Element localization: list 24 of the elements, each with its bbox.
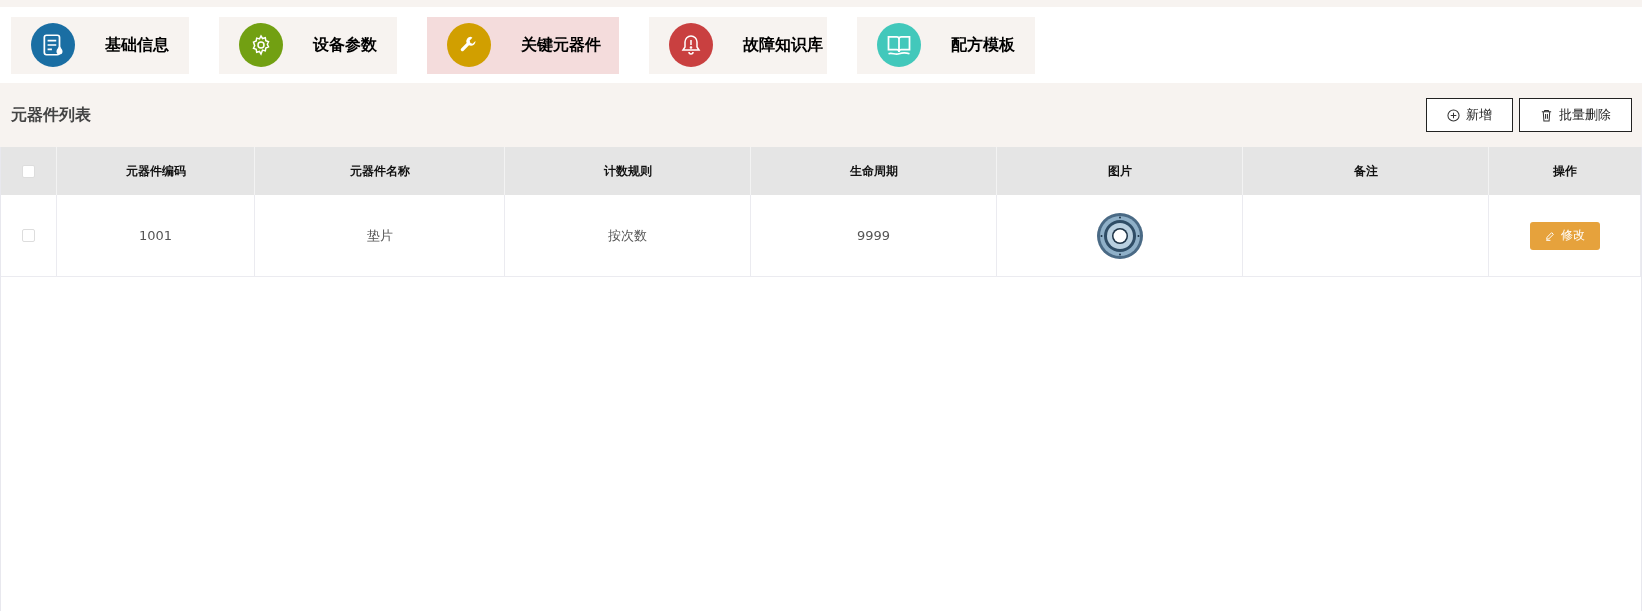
delete-button[interactable]: 批量删除 [1519,98,1632,132]
plus-circle-icon [1447,108,1460,122]
select-all-checkbox[interactable] [22,164,35,178]
list-title: 元器件列表 [11,104,91,126]
add-button[interactable]: 新增 [1426,98,1513,132]
table-cell: 垫片 [366,226,393,245]
trash-icon [1540,108,1553,122]
module-tab[interactable]: 关键元器件 [427,16,619,74]
column-header: 生命周期 [849,162,898,180]
column-header: 计数规则 [603,162,652,180]
table-cell: 按次数 [608,226,647,245]
module-tab[interactable]: 故障知识库 [649,16,827,74]
column-header: 备注 [1353,162,1378,180]
table-cell: 9999 [856,228,891,243]
module-tab[interactable]: 基础信息 [11,16,189,74]
module-tab[interactable]: 设备参数 [219,16,397,74]
module-tab[interactable]: 配方模板 [857,16,1035,74]
row-checkbox[interactable] [22,229,35,242]
table-cell: 1001 [138,228,173,243]
pencil-icon [1544,230,1555,241]
column-header: 操作 [1553,162,1577,180]
column-header: 元器件名称 [349,162,410,180]
column-header: 元器件编码 [125,162,186,180]
column-header: 图片 [1107,162,1132,180]
